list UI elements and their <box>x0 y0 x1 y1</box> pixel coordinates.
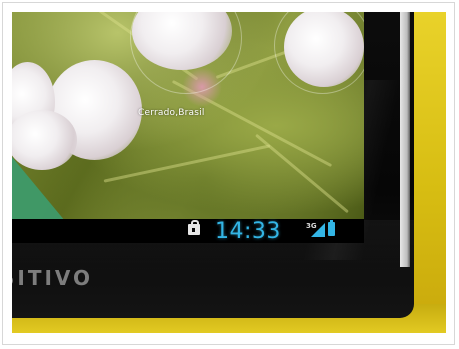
grass-blade <box>255 133 349 214</box>
photo-frame: Cerrado,Brasil 14:33 3G SITIVO <box>2 2 455 345</box>
battery-icon <box>328 220 335 236</box>
status-clock[interactable]: 14:33 <box>215 219 281 244</box>
tablet-screen: Cerrado,Brasil <box>12 12 364 219</box>
signal-icon <box>311 223 325 237</box>
device-brand-label: SITIVO <box>12 266 94 290</box>
photo-caption: Cerrado,Brasil <box>138 108 205 118</box>
grass-blade <box>103 144 271 183</box>
shopping-bag-icon[interactable] <box>188 220 200 235</box>
wallpaper-ring <box>130 12 242 94</box>
tablet-photo: Cerrado,Brasil 14:33 3G SITIVO <box>12 12 446 333</box>
wallpaper-ring <box>274 12 364 94</box>
bezel-highlight <box>400 12 410 267</box>
status-bar: 14:33 3G <box>12 219 364 244</box>
